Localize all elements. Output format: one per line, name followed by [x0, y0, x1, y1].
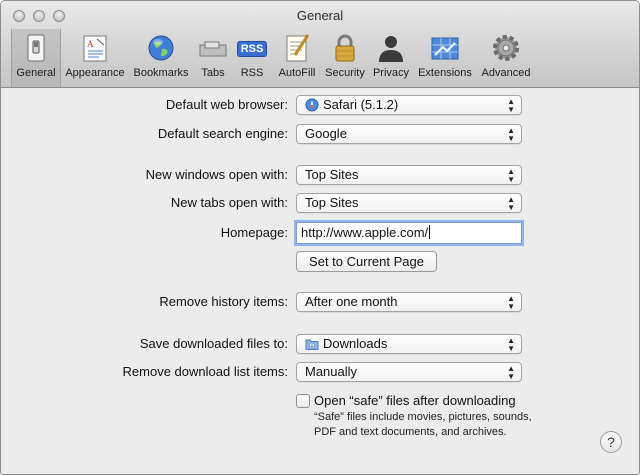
new-tabs-label: New tabs open with:	[170, 195, 288, 210]
default-browser-popup[interactable]: Safari (5.1.2) ▲ ▼	[296, 95, 522, 115]
toolbar-item-advanced[interactable]: Advanced	[478, 29, 534, 87]
new-windows-popup[interactable]: Top Sites ▲ ▼	[296, 165, 522, 185]
search-engine-value: Google	[305, 126, 347, 141]
toolbar-label-rss: RSS	[240, 67, 264, 79]
remove-history-label: Remove history items:	[159, 294, 288, 309]
safari-compass-icon	[305, 98, 319, 112]
open-safe-files-label[interactable]: Open “safe” files after downloading	[314, 393, 516, 408]
homepage-label: Homepage:	[220, 225, 288, 240]
homepage-value: http://www.apple.com/	[301, 225, 429, 240]
toolbar-item-appearance[interactable]: A Appearance	[63, 29, 127, 87]
globe-icon	[148, 35, 174, 61]
preferences-window: General General A Appearance Bookmarks T…	[0, 0, 640, 475]
toolbar-item-extensions[interactable]: Extensions	[414, 29, 476, 87]
downloads-folder-icon	[305, 339, 319, 350]
toolbar-label-general: General	[16, 67, 56, 79]
general-switch-icon	[27, 34, 45, 62]
save-downloads-popup[interactable]: Downloads ▲ ▼	[296, 334, 522, 354]
save-downloads-value: Downloads	[323, 336, 388, 351]
person-silhouette-icon	[379, 36, 403, 62]
popup-arrows-icon: ▲ ▼	[507, 364, 515, 381]
default-browser-value: Safari (5.1.2)	[323, 97, 399, 112]
popup-arrows-icon: ▲ ▼	[507, 294, 515, 311]
toolbar-label-autofill: AutoFill	[278, 67, 316, 79]
toolbar-label-extensions: Extensions	[418, 67, 472, 79]
toolbar-label-bookmarks: Bookmarks	[133, 67, 189, 79]
toolbar-item-rss[interactable]: RSS RSS	[233, 29, 271, 87]
popup-arrows-icon: ▲ ▼	[507, 97, 515, 114]
popup-arrows-icon: ▲ ▼	[507, 336, 515, 353]
rss-badge: RSS	[237, 41, 267, 57]
remove-history-value: After one month	[305, 294, 398, 309]
toolbar-item-bookmarks[interactable]: Bookmarks	[130, 29, 192, 87]
popup-arrows-icon: ▲ ▼	[507, 195, 515, 212]
autofill-icon	[286, 34, 310, 62]
safe-files-hint-line-1: “Safe” files include movies, pictures, s…	[314, 411, 532, 423]
new-windows-value: Top Sites	[305, 167, 359, 182]
new-tabs-popup[interactable]: Top Sites ▲ ▼	[296, 193, 522, 213]
save-downloads-label: Save downloaded files to:	[139, 336, 288, 351]
svg-text:A: A	[87, 39, 94, 49]
toolbar-item-general[interactable]: General	[11, 29, 61, 87]
toolbar-item-tabs[interactable]: Tabs	[195, 29, 231, 87]
window-title: General	[296, 8, 344, 23]
safe-files-hint-line-2: PDF and text documents, and archives.	[314, 426, 507, 438]
popup-arrows-icon: ▲ ▼	[507, 167, 515, 184]
title-bar: General General A Appearance Bookmarks T…	[1, 1, 639, 88]
extensions-icon	[431, 37, 459, 60]
gear-icon	[493, 35, 519, 61]
toolbar-item-autofill[interactable]: AutoFill	[274, 29, 320, 87]
toolbar-label-appearance: Appearance	[65, 67, 125, 79]
remove-download-list-popup[interactable]: Manually ▲ ▼	[296, 362, 522, 382]
tabs-icon	[199, 41, 227, 57]
remove-download-list-value: Manually	[305, 364, 358, 379]
toolbar-item-security[interactable]: Security	[322, 29, 368, 87]
toolbar-label-security: Security	[325, 67, 365, 79]
toolbar-label-privacy: Privacy	[372, 67, 410, 79]
default-browser-label: Default web browser:	[165, 97, 288, 112]
search-engine-popup[interactable]: Google ▲ ▼	[296, 124, 522, 144]
new-windows-label: New windows open with:	[145, 167, 288, 182]
text-caret	[429, 225, 431, 239]
set-to-current-page-button[interactable]: Set to Current Page	[296, 251, 437, 272]
general-settings-pane: Default web browser: Safari (5.1.2) ▲ ▼ D…	[1, 88, 639, 474]
search-engine-label: Default search engine:	[157, 126, 288, 141]
new-tabs-value: Top Sites	[305, 195, 359, 210]
remove-download-list-label: Remove download list items:	[122, 364, 288, 379]
homepage-field[interactable]: http://www.apple.com/	[296, 222, 522, 244]
help-button[interactable]: ?	[600, 431, 622, 453]
toolbar-item-privacy[interactable]: Privacy	[370, 29, 412, 87]
toolbar-label-advanced: Advanced	[481, 67, 531, 79]
toolbar-label-tabs: Tabs	[201, 67, 225, 79]
lock-icon	[335, 34, 355, 62]
popup-arrows-icon: ▲ ▼	[507, 126, 515, 143]
rss-icon: RSS	[236, 33, 268, 63]
appearance-icon: A	[83, 35, 107, 62]
open-safe-files-checkbox[interactable]	[296, 394, 310, 408]
remove-history-popup[interactable]: After one month ▲ ▼	[296, 292, 522, 312]
